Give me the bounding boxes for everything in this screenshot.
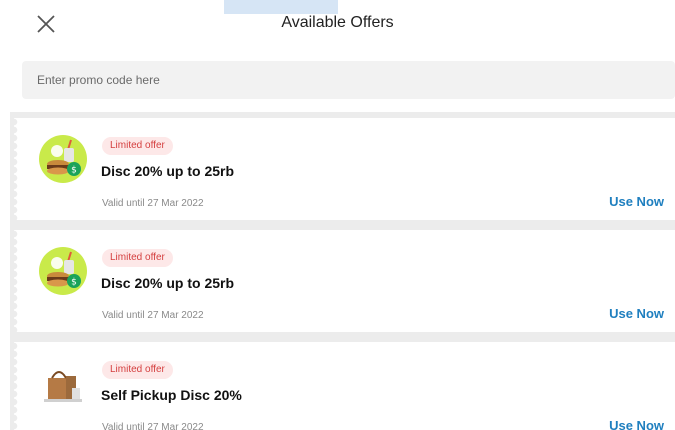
offer-card: $ Limited offer Disc 20% up to 25rb Vali… [14, 118, 675, 220]
svg-text:$: $ [71, 166, 77, 176]
offer-validity: Valid until 27 Mar 2022 [102, 422, 204, 430]
offer-title: Disc 20% up to 25rb [101, 163, 235, 179]
food-voucher-icon: $ [38, 246, 88, 296]
food-voucher-icon: $ [38, 134, 88, 184]
limited-offer-badge: Limited offer [102, 137, 173, 155]
offer-title: Self Pickup Disc 20% [101, 387, 242, 403]
top-tab-indicator [224, 0, 338, 14]
offer-card: $ Limited offer Disc 20% up to 25rb Vali… [14, 230, 675, 332]
promo-code-field[interactable] [22, 61, 675, 99]
page-title: Available Offers [281, 14, 394, 31]
offer-list: $ Limited offer Disc 20% up to 25rb Vali… [10, 112, 675, 430]
promo-code-input[interactable] [22, 61, 675, 99]
offer-title: Disc 20% up to 25rb [101, 275, 235, 291]
svg-text:$: $ [71, 278, 77, 288]
offer-validity: Valid until 27 Mar 2022 [102, 310, 204, 321]
use-now-button[interactable]: Use Now [609, 418, 664, 430]
offer-card: Limited offer Self Pickup Disc 20% Valid… [14, 342, 675, 430]
offer-validity: Valid until 27 Mar 2022 [102, 198, 204, 209]
use-now-button[interactable]: Use Now [609, 194, 664, 209]
limited-offer-badge: Limited offer [102, 361, 173, 379]
pickup-bag-icon [38, 358, 88, 408]
limited-offer-badge: Limited offer [102, 249, 173, 267]
use-now-button[interactable]: Use Now [609, 306, 664, 321]
